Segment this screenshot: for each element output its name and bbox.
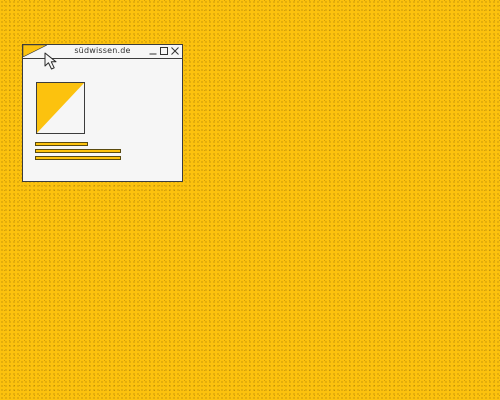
text-line-placeholder (35, 149, 121, 153)
minimize-icon[interactable] (149, 47, 157, 55)
text-line-placeholder (35, 156, 121, 160)
maximize-icon[interactable] (160, 47, 168, 55)
close-icon[interactable] (171, 47, 179, 55)
mouse-cursor-icon (44, 52, 57, 70)
text-line-placeholder (35, 142, 88, 146)
window-controls (149, 46, 179, 56)
placeholder-image (36, 82, 85, 134)
